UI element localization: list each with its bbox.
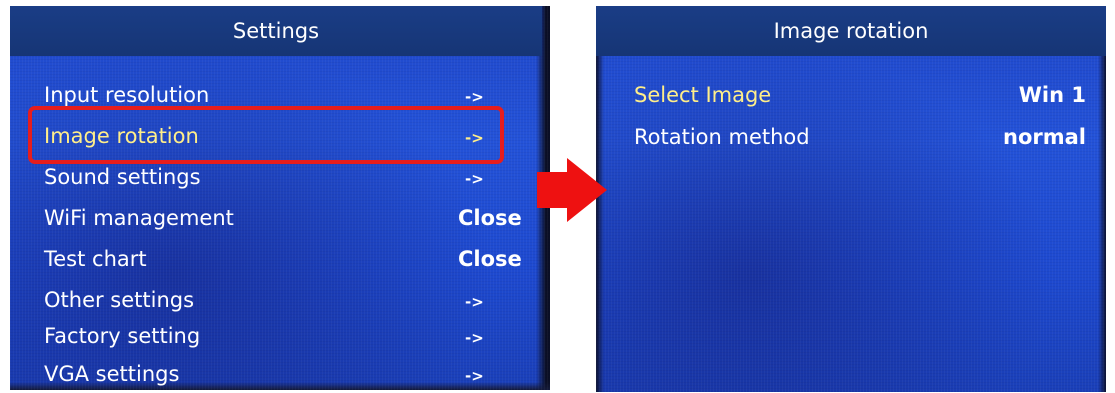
right-arrow-icon [537,158,607,222]
image-rotation-header: Image rotation [596,6,1106,56]
menu-item-factory-setting[interactable]: Factory setting -> [10,319,550,353]
option-value: normal [1003,125,1086,149]
menu-item-label: Sound settings [44,165,201,189]
submenu-arrow-icon: -> [465,329,484,347]
screen-bezel [1098,6,1106,392]
settings-screen: Settings Input resolution -> Image rotat… [10,6,550,390]
settings-header: Settings [10,6,542,56]
option-label: Rotation method [634,125,810,149]
submenu-arrow-icon: -> [465,88,484,106]
menu-item-label: Test chart [44,247,147,271]
submenu-arrow-icon: -> [465,293,484,311]
menu-item-value: Close [458,206,522,230]
page-title: Image rotation [773,19,929,43]
image-rotation-screen: Image rotation Select Image Win 1 Rotati… [596,6,1106,392]
menu-item-image-rotation[interactable]: Image rotation -> [10,119,550,153]
submenu-arrow-icon: -> [465,367,484,385]
menu-item-wifi-management[interactable]: WiFi management Close [10,201,550,235]
menu-item-label: WiFi management [44,206,234,230]
menu-item-label: Other settings [44,288,195,312]
page-title: Settings [232,19,320,43]
option-rotation-method[interactable]: Rotation method normal [596,120,1106,154]
menu-item-sound-settings[interactable]: Sound settings -> [10,160,550,194]
option-select-image[interactable]: Select Image Win 1 [596,78,1106,112]
menu-item-value: Close [458,247,522,271]
menu-item-test-chart[interactable]: Test chart Close [10,242,550,276]
option-value: Win 1 [1018,83,1086,107]
menu-item-input-resolution[interactable]: Input resolution -> [10,78,550,112]
menu-item-vga-settings[interactable]: VGA settings -> [10,357,550,390]
submenu-arrow-icon: -> [465,129,484,147]
menu-item-label: Input resolution [44,83,210,107]
submenu-arrow-icon: -> [465,170,484,188]
menu-item-label: Factory setting [44,324,201,348]
menu-item-label: Image rotation [44,124,199,148]
menu-item-label: VGA settings [44,362,180,386]
option-label: Select Image [634,83,772,107]
menu-item-other-settings[interactable]: Other settings -> [10,283,550,317]
